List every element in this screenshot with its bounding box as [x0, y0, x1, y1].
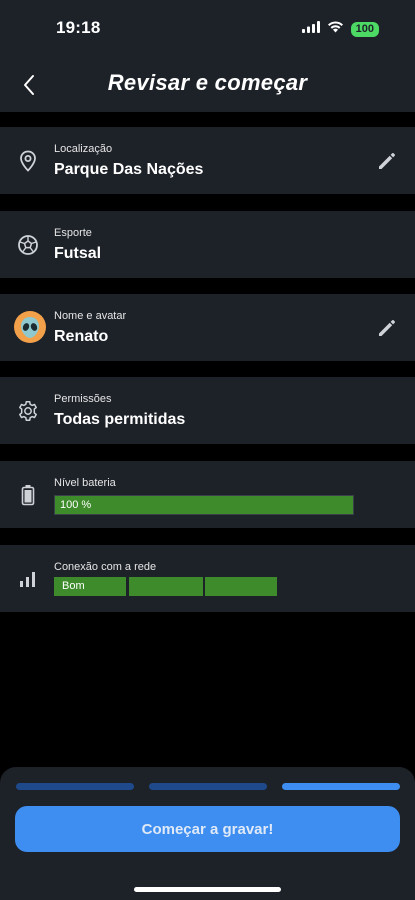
- edit-name-button[interactable]: [375, 316, 399, 340]
- pencil-icon: [379, 153, 395, 169]
- battery-indicator: 100: [350, 21, 379, 37]
- location-row[interactable]: Localização Parque Das Nações: [0, 127, 415, 194]
- name-value: Renato: [54, 328, 109, 345]
- name-avatar-row[interactable]: Nome e avatar Renato: [0, 294, 415, 361]
- location-label: Localização: [54, 143, 113, 155]
- header: Revisar e começar: [0, 58, 415, 112]
- wifi-icon: [327, 20, 344, 38]
- permissions-value: Todas permitidas: [54, 411, 186, 428]
- battery-level-row: Nível bateria 100 %: [0, 461, 415, 528]
- battery-progress-text: 100 %: [60, 499, 92, 511]
- cellular-signal-icon: [301, 20, 320, 38]
- step-indicator-3: [282, 783, 400, 790]
- home-indicator: [134, 887, 281, 892]
- step-indicator-1: [16, 783, 134, 790]
- sport-row: Esporte Futsal: [0, 211, 415, 278]
- battery-level-label: Nível bateria: [54, 477, 116, 489]
- battery-progress-bar: 100 %: [54, 495, 354, 515]
- name-avatar-label: Nome e avatar: [54, 310, 127, 322]
- soccer-ball-icon: [16, 233, 40, 257]
- alien-avatar-icon: [21, 317, 39, 338]
- pencil-icon: [379, 320, 395, 336]
- avatar: [14, 311, 46, 343]
- network-row: Conexão com a rede Bom: [0, 545, 415, 612]
- start-recording-button[interactable]: Começar a gravar!: [15, 806, 400, 852]
- location-value: Parque Das Nações: [54, 161, 204, 178]
- bottom-sheet: Começar a gravar!: [0, 767, 415, 900]
- permissions-label: Permissões: [54, 393, 112, 405]
- signal-bars-icon: [16, 567, 40, 591]
- network-bar-1: Bom: [54, 577, 126, 596]
- status-icons: 100: [301, 20, 379, 38]
- battery-icon: [16, 483, 40, 507]
- edit-location-button[interactable]: [375, 149, 399, 173]
- status-bar: 19:18 100: [0, 0, 415, 58]
- page-title: Revisar e começar: [107, 70, 308, 95]
- gear-icon: [16, 399, 40, 423]
- network-quality-text: Bom: [62, 580, 85, 592]
- battery-progress-fill: [55, 496, 353, 514]
- network-bar-3: [205, 577, 277, 596]
- status-time: 19:18: [56, 18, 101, 37]
- sport-label: Esporte: [54, 227, 92, 239]
- permissions-row: Permissões Todas permitidas: [0, 377, 415, 444]
- sport-value: Futsal: [54, 245, 102, 262]
- network-bar-2: [129, 577, 203, 596]
- map-pin-icon: [16, 149, 40, 173]
- network-label: Conexão com a rede: [54, 561, 157, 573]
- step-indicator-2: [149, 783, 267, 790]
